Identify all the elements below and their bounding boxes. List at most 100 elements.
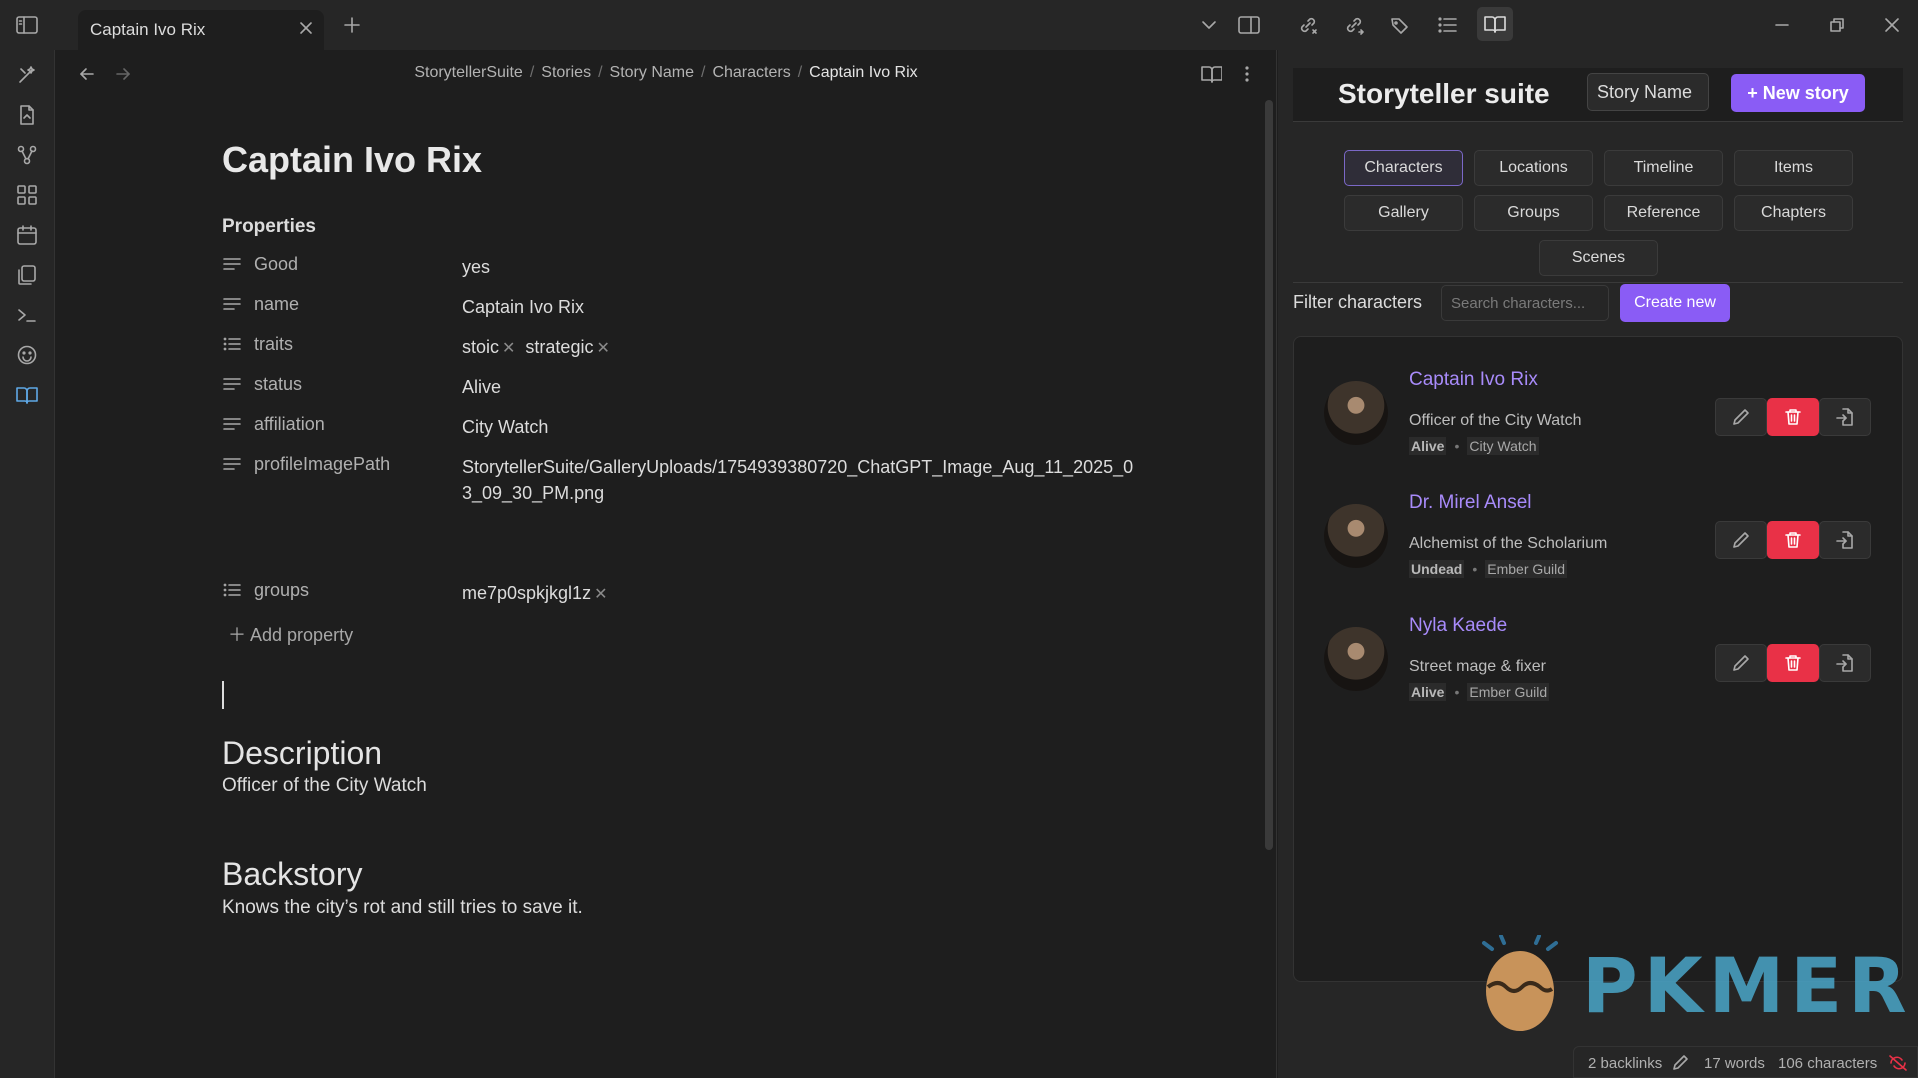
note-title[interactable]: Captain Ivo Rix (222, 139, 482, 181)
breadcrumb-item[interactable]: Story Name (610, 64, 694, 81)
tab-locations[interactable]: Locations (1474, 150, 1593, 186)
property-value[interactable]: StorytellerSuite/GalleryUploads/17549393… (462, 454, 1142, 506)
open-file-icon[interactable] (14, 102, 40, 128)
backlinks-icon[interactable] (1295, 11, 1323, 39)
property-value[interactable]: Captain Ivo Rix (462, 294, 1162, 320)
property-row-groups[interactable]: groups me7p0spkjkgl1z ✕ (222, 575, 1122, 609)
create-new-button[interactable]: Create new (1620, 284, 1730, 322)
backstory-heading[interactable]: Backstory (222, 856, 362, 893)
canvas-icon[interactable] (14, 182, 40, 208)
trait-pill[interactable]: strategic ✕ (525, 334, 609, 362)
watermark-text: PKMER (1582, 941, 1913, 1030)
templates-icon[interactable] (14, 262, 40, 288)
tag-icon[interactable] (1386, 11, 1414, 39)
graph-icon[interactable] (14, 142, 40, 168)
open-note-button[interactable] (1819, 644, 1871, 682)
property-row-traits[interactable]: traits stoic ✕ strategic ✕ (222, 329, 1122, 363)
tab-title: Captain Ivo Rix (90, 20, 206, 39)
avatar (1324, 381, 1388, 445)
story-selector[interactable]: Story Name (1587, 73, 1709, 111)
property-row-profile-image-path[interactable]: profileImagePath StorytellerSuite/Galler… (222, 449, 1133, 509)
description-heading[interactable]: Description (222, 735, 382, 772)
search-input[interactable]: Search characters... (1441, 285, 1609, 321)
sync-disabled-icon[interactable] (1888, 1054, 1908, 1072)
breadcrumb-current[interactable]: Captain Ivo Rix (809, 64, 918, 81)
character-name[interactable]: Nyla Kaede (1409, 615, 1507, 637)
property-value-list: stoic ✕ strategic ✕ (462, 334, 1162, 362)
storyteller-ribbon-icon[interactable] (14, 382, 40, 408)
pencil-icon (1733, 409, 1749, 425)
add-property-button[interactable]: ＋ Add property (228, 621, 353, 647)
character-card[interactable]: Dr. Mirel Ansel Alchemist of the Scholar… (1294, 460, 1902, 600)
sidebar-toggle-icon[interactable] (13, 11, 41, 39)
breadcrumb-item[interactable]: Characters (712, 64, 790, 81)
property-key: affiliation (254, 414, 325, 434)
outline-icon[interactable] (1434, 11, 1462, 39)
open-note-button[interactable] (1819, 398, 1871, 436)
character-name[interactable]: Dr. Mirel Ansel (1409, 492, 1531, 514)
property-value[interactable]: City Watch (462, 414, 1162, 440)
wand-icon[interactable] (14, 62, 40, 88)
minimize-icon[interactable] (1768, 11, 1796, 39)
tab-characters[interactable]: Characters (1344, 150, 1463, 186)
backlinks-count[interactable]: 2 backlinks (1588, 1055, 1662, 1072)
tab-gallery[interactable]: Gallery (1344, 195, 1463, 231)
property-value[interactable]: Alive (462, 374, 1162, 400)
property-row-good[interactable]: Good yes (222, 249, 1122, 283)
character-card[interactable]: Nyla Kaede Street mage & fixer Alive • Emb… (1294, 583, 1902, 723)
edit-button[interactable] (1715, 644, 1767, 682)
open-note-button[interactable] (1819, 521, 1871, 559)
tab-scenes[interactable]: Scenes (1539, 240, 1658, 276)
right-sidebar-toggle-icon[interactable] (1235, 11, 1263, 39)
tab-items[interactable]: Items (1734, 150, 1853, 186)
storyteller-book-icon[interactable] (1477, 7, 1513, 41)
window-close-icon[interactable] (1878, 11, 1906, 39)
close-icon[interactable] (298, 20, 314, 36)
tab-chapters[interactable]: Chapters (1734, 195, 1853, 231)
tab-groups[interactable]: Groups (1474, 195, 1593, 231)
description-text[interactable]: Officer of the City Watch (222, 775, 427, 797)
delete-button[interactable] (1767, 398, 1819, 436)
group-badge: Ember Guild (1467, 683, 1550, 701)
property-value[interactable]: yes (462, 254, 1162, 280)
property-key: name (254, 294, 300, 314)
more-options-icon[interactable] (1233, 60, 1261, 88)
smiley-icon[interactable] (14, 342, 40, 368)
edit-button[interactable] (1715, 521, 1767, 559)
edit-button[interactable] (1715, 398, 1767, 436)
outgoing-links-icon[interactable] (1341, 11, 1369, 39)
breadcrumb: StorytellerSuite / Stories / Story Name / Char… (414, 64, 918, 81)
editor-scrollbar[interactable] (1265, 100, 1273, 850)
pkmer-watermark: PKMER (1470, 935, 1907, 1035)
terminal-icon[interactable] (14, 302, 40, 328)
chevron-down-icon[interactable] (1195, 11, 1223, 39)
sidebar-title: Storyteller suite (1338, 78, 1550, 109)
reading-view-icon[interactable] (1197, 60, 1225, 88)
avatar (1324, 504, 1388, 568)
calendar-icon[interactable] (14, 222, 40, 248)
character-name[interactable]: Captain Ivo Rix (1409, 369, 1538, 391)
new-story-button[interactable]: + New story (1731, 74, 1865, 112)
property-row-affiliation[interactable]: affiliation City Watch (222, 409, 1122, 443)
character-card[interactable]: Captain Ivo Rix Officer of the City Watc… (1294, 337, 1902, 477)
delete-button[interactable] (1767, 644, 1819, 682)
backstory-text[interactable]: Knows the city’s rot and still tries to … (222, 897, 583, 919)
tab-timeline[interactable]: Timeline (1604, 150, 1723, 186)
group-pill[interactable]: me7p0spkjkgl1z ✕ (462, 580, 607, 608)
property-row-status[interactable]: status Alive (222, 369, 1122, 403)
trash-icon (1785, 532, 1801, 548)
delete-button[interactable] (1767, 521, 1819, 559)
open-file-icon (1836, 654, 1853, 672)
edit-mode-icon[interactable] (1671, 1054, 1689, 1072)
restore-icon[interactable] (1823, 11, 1851, 39)
breadcrumb-item[interactable]: Stories (541, 64, 591, 81)
tab-reference[interactable]: Reference (1604, 195, 1723, 231)
trait-pill[interactable]: stoic ✕ (462, 334, 515, 362)
tab-note[interactable]: Captain Ivo Rix (78, 10, 324, 50)
text-icon (223, 376, 241, 392)
new-tab-icon[interactable] (338, 11, 366, 39)
breadcrumb-item[interactable]: StorytellerSuite (414, 64, 523, 81)
property-row-name[interactable]: name Captain Ivo Rix (222, 289, 1122, 323)
properties-heading[interactable]: Properties (222, 216, 316, 238)
remove-icon: ✕ (502, 340, 516, 357)
